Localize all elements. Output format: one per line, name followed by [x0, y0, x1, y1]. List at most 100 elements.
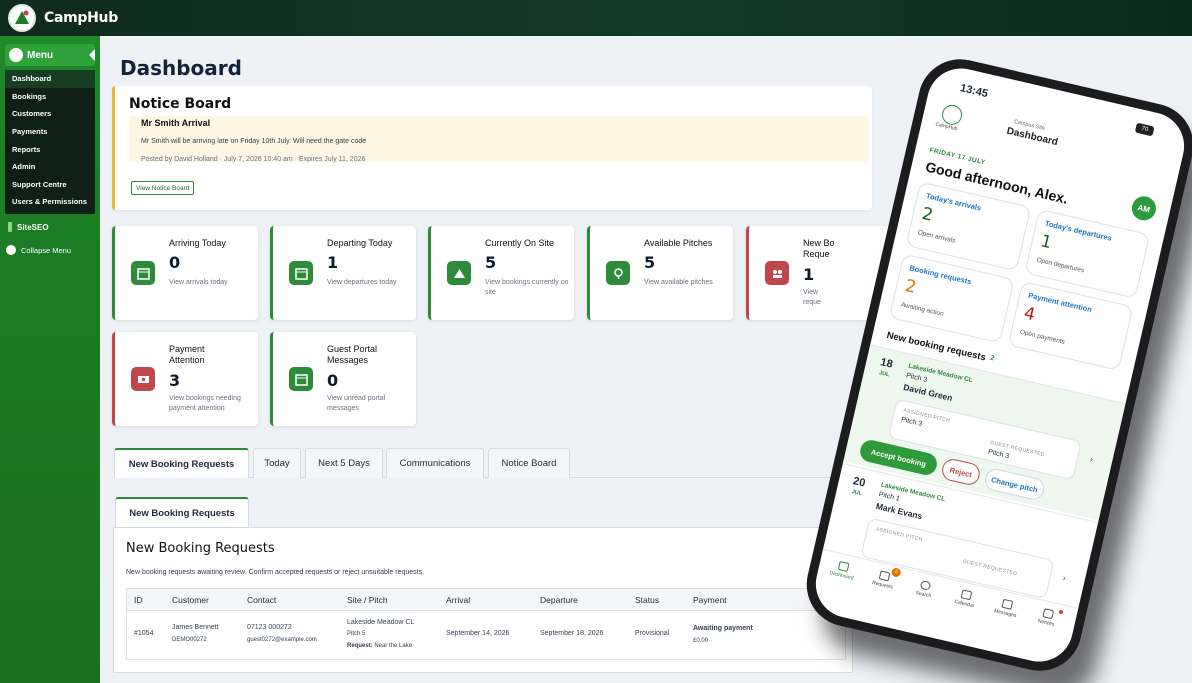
camphub-logo[interactable]	[8, 4, 36, 32]
tab-communications[interactable]: Communications	[386, 448, 484, 478]
col-contact[interactable]: Contact	[247, 595, 276, 605]
request-label: Request:	[347, 643, 373, 649]
sidebar-item-users[interactable]: Users & Permissions	[5, 193, 95, 211]
sidebar-item-bookings[interactable]: Bookings	[5, 88, 95, 106]
stat-card-on-site[interactable]: Currently On Site 5 View bookings curren…	[428, 226, 574, 320]
stat-sub: View departures today	[327, 279, 397, 286]
guest-requested-pitch: Pitch 3	[987, 448, 1010, 461]
stat-title: Currently On Site	[485, 238, 555, 248]
tile-sub: Open payments	[1019, 328, 1066, 346]
message-icon	[1001, 598, 1014, 610]
tent-logo-icon	[15, 10, 29, 24]
customer-name-link[interactable]: James Bennett	[172, 624, 219, 631]
stat-card-payment-attention[interactable]: Payment Attention 3 View bookings needing…	[112, 332, 258, 426]
contact-phone: 07123 000272	[247, 624, 292, 631]
phone-section-count: 2	[989, 354, 995, 363]
tab-new-booking-requests[interactable]: New Booking Requests	[114, 448, 249, 478]
stat-sub: View unread portal messages	[327, 394, 415, 414]
tile-value: 1	[1038, 231, 1054, 254]
stat-sub-line2: messages	[327, 405, 359, 412]
booking-id-link[interactable]: #1054	[134, 630, 153, 637]
tile-value: 2	[919, 203, 935, 226]
sidebar-item-dashboard[interactable]: Dashboard	[5, 70, 95, 88]
sidebar-item-admin[interactable]: Admin	[5, 158, 95, 176]
brand-name: CampHub	[44, 10, 118, 26]
sidebar-item-support[interactable]: Support Centre	[5, 176, 95, 194]
tile-label: Today's departures	[1044, 218, 1113, 243]
panel-title: New Booking Requests	[126, 541, 275, 556]
phone-tile-payment-attention[interactable]: Payment attention 4 Open payments	[1007, 280, 1134, 371]
col-customer[interactable]: Customer	[172, 595, 209, 605]
sidebar-menu: Dashboard Bookings Customers Payments Re…	[5, 70, 95, 214]
phone-tile-booking-requests[interactable]: Booking requests 2 Awaiting action	[888, 253, 1015, 344]
request-name: David Green	[902, 382, 954, 404]
sidebar-item-siteseo[interactable]: SiteSEO	[8, 222, 49, 232]
menu-toggle[interactable]: Menu	[5, 44, 95, 66]
col-arrival[interactable]: Arrival	[446, 595, 470, 605]
col-payment[interactable]: Payment	[693, 595, 727, 605]
notice-message: Mr Smith will be arriving late on Friday…	[141, 138, 367, 145]
col-site-pitch[interactable]: Site / Pitch	[347, 595, 388, 605]
stat-value: 0	[327, 371, 339, 390]
collapse-icon	[6, 245, 16, 255]
sidebar-item-payments[interactable]: Payments	[5, 123, 95, 141]
battery-icon: 70	[1134, 122, 1155, 137]
stat-card-arriving[interactable]: Arriving Today 0 View arrivals today	[112, 226, 258, 320]
stat-title: New Bo Reque	[803, 238, 889, 260]
page-title: Dashboard	[120, 56, 242, 80]
cash-icon	[131, 367, 155, 391]
flag-icon	[1042, 608, 1055, 620]
map-pin-icon	[606, 261, 630, 285]
stat-title-line1: Guest Portal	[327, 344, 378, 354]
stat-card-departing[interactable]: Departing Today 1 View departures today	[270, 226, 416, 320]
notice-item: Mr Smith Arrival Mr Smith will be arrivi…	[129, 116, 869, 163]
request-month: JUL	[878, 370, 890, 379]
pitch-request: Request: Near the Lake	[347, 643, 412, 649]
stat-value: 1	[327, 253, 339, 272]
request-month: JUL	[850, 488, 863, 498]
col-departure[interactable]: Departure	[540, 595, 578, 605]
tile-label: Booking requests	[908, 263, 973, 287]
stat-title: Available Pitches	[644, 238, 713, 248]
stat-card-available-pitches[interactable]: Available Pitches 5 View available pitch…	[587, 226, 733, 320]
stat-sub-line1: View unread portal	[327, 395, 386, 402]
request-day: 18	[879, 356, 894, 371]
avatar[interactable]: AM	[1129, 193, 1159, 223]
stat-title: Payment Attention	[169, 344, 255, 366]
calendar-icon	[289, 367, 313, 391]
col-status[interactable]: Status	[635, 595, 659, 605]
booking-requests-panel: New Booking Requests New booking request…	[113, 527, 853, 673]
subtab-new-booking-requests[interactable]: New Booking Requests	[115, 497, 249, 528]
tent-icon	[447, 261, 471, 285]
siteseo-icon	[8, 222, 12, 232]
calendar-icon	[131, 261, 155, 285]
col-id[interactable]: ID	[134, 595, 143, 605]
stat-title-line2: Reque	[803, 249, 830, 259]
payment-status: Awaiting payment	[693, 625, 753, 632]
stat-title-line2: Messages	[327, 355, 369, 365]
stat-title: Guest Portal Messages	[327, 344, 413, 366]
stat-title: Arriving Today	[169, 238, 226, 248]
site-name: Lakeside Meadow CL	[347, 619, 415, 626]
stat-value: 0	[169, 253, 181, 272]
sidebar-item-customers[interactable]: Customers	[5, 105, 95, 123]
tab-notice-board[interactable]: Notice Board	[488, 448, 570, 478]
payment-amount: £0.00	[693, 638, 709, 644]
tab-next-5-days[interactable]: Next 5 Days	[305, 448, 383, 478]
collapse-label: Collapse Menu	[21, 245, 72, 255]
chevron-right-icon[interactable]: ›	[1062, 573, 1067, 583]
request-day: 20	[851, 475, 867, 490]
inbox-icon	[878, 570, 891, 582]
contact-email[interactable]: guest0272@example.com	[247, 637, 317, 643]
menu-logo-icon	[9, 48, 23, 62]
tab-today[interactable]: Today	[253, 448, 301, 478]
chevron-right-icon[interactable]: ›	[1089, 454, 1094, 464]
stat-sub: View bookings needing payment attention	[169, 394, 257, 414]
collapse-menu-button[interactable]: Collapse Menu	[6, 245, 71, 255]
view-notice-board-button[interactable]: View Notice Board	[131, 181, 195, 195]
panel-description: New booking requests awaiting review. Co…	[126, 569, 425, 576]
stat-card-guest-portal-messages[interactable]: Guest Portal Messages 0 View unread porta…	[270, 332, 416, 426]
reject-button[interactable]: Reject	[939, 456, 982, 487]
tile-value: 4	[1022, 303, 1038, 326]
sidebar-item-reports[interactable]: Reports	[5, 140, 95, 158]
